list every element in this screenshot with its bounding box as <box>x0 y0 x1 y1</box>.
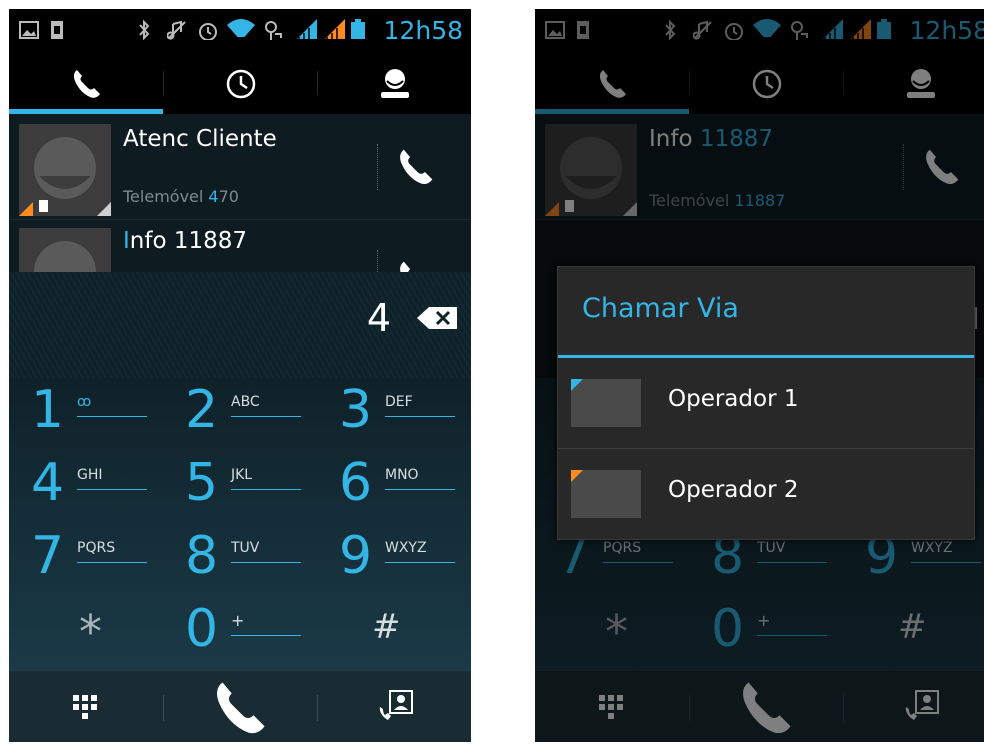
signal-1-icon <box>297 19 317 39</box>
clock-time: 12h58 <box>383 16 463 45</box>
contact-name: Atenc Cliente <box>123 126 277 152</box>
usb-icon <box>265 21 282 40</box>
option-operador-1[interactable]: Operador 1 <box>558 358 974 448</box>
voicemail-icon: ꝏ <box>77 394 92 410</box>
avatar <box>19 124 111 216</box>
backspace-button[interactable] <box>417 307 457 329</box>
key-4[interactable]: 4 GHI <box>9 451 163 524</box>
call-button[interactable] <box>164 671 318 742</box>
key-3[interactable]: 3 DEF <box>317 378 471 451</box>
dialer-screen-with-dialog: 12h58 Info 11887 <box>535 9 984 742</box>
key-hash[interactable]: # <box>317 597 471 670</box>
sim-icon <box>51 21 63 39</box>
divider <box>377 144 378 190</box>
key-7[interactable]: 7PQRS <box>9 524 163 597</box>
mute-icon <box>167 20 186 40</box>
key-star[interactable]: * <box>9 597 163 670</box>
dialer-action-bar <box>9 670 471 742</box>
status-bar: 12h58 <box>9 9 471 53</box>
dialpad-icon <box>73 695 97 719</box>
call-contact-button[interactable] <box>394 258 436 272</box>
picture-icon <box>19 21 39 39</box>
contact-suggestions: Atenc Cliente Telemóvel 470 Info 11887 <box>9 114 471 272</box>
option-label: Operador 1 <box>668 386 799 412</box>
call-contact-button[interactable] <box>394 146 436 188</box>
wifi-icon <box>227 19 255 37</box>
contact-placeholder-icon <box>34 241 96 272</box>
add-contact-icon <box>379 690 413 720</box>
dial-pad: 1ꝏ 2 ABC 3 DEF 4 GHI 5 JKL 6 MNO 7 PQRS 8 TUV 9… <box>9 378 471 670</box>
key-2[interactable]: 2 ABC <box>163 378 317 451</box>
list-item[interactable]: Atenc Cliente Telemóvel 470 <box>9 114 471 220</box>
dialpad-toggle-button[interactable] <box>9 671 163 742</box>
avatar <box>19 228 111 272</box>
bluetooth-icon <box>139 20 150 40</box>
battery-icon <box>351 19 365 39</box>
call-via-dialog: Chamar Via Operador 1 Operador 2 <box>557 266 975 540</box>
key-9[interactable]: 9WXYZ <box>317 524 471 597</box>
key-1[interactable]: 1ꝏ <box>9 378 163 451</box>
phone-icon <box>73 70 100 98</box>
phone-icon <box>217 682 265 734</box>
tab-phone[interactable] <box>9 53 163 114</box>
typed-number[interactable]: 4 <box>367 296 391 340</box>
contact-name: Info 11887 <box>123 228 248 254</box>
key-5[interactable]: 5 JKL <box>163 451 317 524</box>
number-display: 4 <box>9 272 471 378</box>
list-item[interactable]: Info 11887 <box>9 220 471 272</box>
dialog-title: Chamar Via <box>582 293 739 324</box>
person-icon <box>381 69 409 98</box>
tab-bar <box>9 53 471 114</box>
tab-recent[interactable] <box>164 53 318 114</box>
key-0[interactable]: 0+ <box>163 597 317 670</box>
contact-number: Telemóvel 470 <box>123 187 239 206</box>
key-8[interactable]: 8TUV <box>163 524 317 597</box>
tab-contacts[interactable] <box>318 53 471 114</box>
alarm-icon <box>199 23 217 40</box>
key-6[interactable]: 6 MNO <box>317 451 471 524</box>
add-contact-button[interactable] <box>318 671 471 742</box>
contact-placeholder-icon <box>19 137 111 216</box>
dialer-screen: 12h58 Atenc Cliente Telemóvel 470 Info 1… <box>9 9 471 742</box>
option-label: Operador 2 <box>668 477 799 503</box>
option-operador-2[interactable]: Operador 2 <box>558 449 974 539</box>
divider <box>377 250 378 272</box>
sim-card-icon <box>571 379 641 427</box>
signal-2-icon <box>325 19 345 39</box>
clock-icon <box>226 69 256 99</box>
sim-card-icon <box>571 470 641 518</box>
